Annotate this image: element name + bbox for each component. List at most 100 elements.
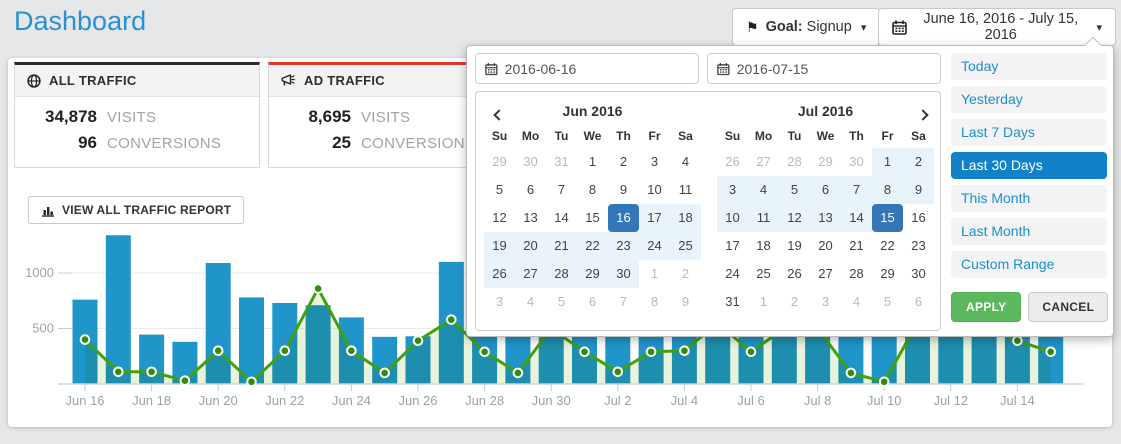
calendar-day[interactable]: 3 — [810, 288, 841, 316]
calendar-day[interactable]: 23 — [608, 232, 639, 260]
preset-custom-range[interactable]: Custom Range — [951, 251, 1107, 278]
prev-month-icon[interactable] — [486, 103, 508, 121]
calendar-day[interactable]: 6 — [577, 288, 608, 316]
calendar-day[interactable]: 26 — [779, 260, 810, 288]
calendar-day[interactable]: 14 — [841, 204, 872, 232]
calendar-day[interactable]: 30 — [903, 260, 934, 288]
calendar-day[interactable]: 3 — [639, 148, 670, 176]
calendar-day[interactable]: 21 — [841, 232, 872, 260]
end-date-field[interactable] — [707, 53, 941, 84]
calendar-day[interactable]: 22 — [577, 232, 608, 260]
calendar-day[interactable]: 28 — [546, 260, 577, 288]
calendar-day[interactable]: 27 — [748, 148, 779, 176]
calendar-day[interactable]: 10 — [639, 176, 670, 204]
calendar-day[interactable]: 29 — [810, 148, 841, 176]
calendar-day[interactable]: 30 — [515, 148, 546, 176]
calendar-day[interactable]: 24 — [639, 232, 670, 260]
calendar-day[interactable]: 5 — [779, 176, 810, 204]
next-month-icon[interactable] — [910, 103, 932, 121]
preset-last-30-days[interactable]: Last 30 Days — [951, 152, 1107, 179]
calendar-day[interactable]: 22 — [872, 232, 903, 260]
calendar-day[interactable]: 16 — [608, 204, 639, 232]
preset-last-7-days[interactable]: Last 7 Days — [951, 119, 1107, 146]
calendar-day[interactable]: 28 — [841, 260, 872, 288]
calendar-day[interactable]: 26 — [717, 148, 748, 176]
calendar-day[interactable]: 23 — [903, 232, 934, 260]
calendar-day[interactable]: 20 — [515, 232, 546, 260]
calendar-day[interactable]: 13 — [810, 204, 841, 232]
calendar-day[interactable]: 1 — [872, 148, 903, 176]
calendar-day[interactable]: 29 — [872, 260, 903, 288]
calendar-day[interactable]: 25 — [670, 232, 701, 260]
calendar-day[interactable]: 5 — [546, 288, 577, 316]
calendar-day[interactable]: 26 — [484, 260, 515, 288]
calendar-day[interactable]: 19 — [779, 232, 810, 260]
calendar-day[interactable]: 27 — [515, 260, 546, 288]
calendar-day[interactable]: 2 — [608, 148, 639, 176]
calendar-day[interactable]: 28 — [779, 148, 810, 176]
calendar-day[interactable]: 6 — [515, 176, 546, 204]
apply-button[interactable]: APPLY — [951, 292, 1021, 322]
calendar-day[interactable]: 1 — [577, 148, 608, 176]
calendar-day[interactable]: 29 — [484, 148, 515, 176]
calendar-day[interactable]: 6 — [810, 176, 841, 204]
calendar-day[interactable]: 10 — [717, 204, 748, 232]
calendar-day[interactable]: 4 — [748, 176, 779, 204]
preset-today[interactable]: Today — [951, 53, 1107, 80]
calendar-day[interactable]: 13 — [515, 204, 546, 232]
calendar-day[interactable]: 3 — [484, 288, 515, 316]
goal-selector-button[interactable]: ⚑ Goal: Signup ▾ — [732, 8, 880, 46]
calendar-day[interactable]: 9 — [903, 176, 934, 204]
calendar-day[interactable]: 31 — [546, 148, 577, 176]
calendar-day[interactable]: 8 — [639, 288, 670, 316]
calendar-day[interactable]: 18 — [748, 232, 779, 260]
calendar-day[interactable]: 12 — [779, 204, 810, 232]
calendar-day[interactable]: 2 — [670, 260, 701, 288]
date-range-button[interactable]: June 16, 2016 - July 15, 2016 ▾ — [878, 8, 1116, 46]
calendar-day[interactable]: 7 — [546, 176, 577, 204]
calendar-day[interactable]: 17 — [717, 232, 748, 260]
preset-last-month[interactable]: Last Month — [951, 218, 1107, 245]
calendar-day[interactable]: 5 — [484, 176, 515, 204]
calendar-day[interactable]: 19 — [484, 232, 515, 260]
calendar-day[interactable]: 18 — [670, 204, 701, 232]
calendar-day[interactable]: 2 — [779, 288, 810, 316]
calendar-day[interactable]: 3 — [717, 176, 748, 204]
calendar-day[interactable]: 31 — [717, 288, 748, 316]
calendar-day[interactable]: 11 — [670, 176, 701, 204]
calendar-day[interactable]: 1 — [639, 260, 670, 288]
calendar-day[interactable]: 16 — [903, 204, 934, 232]
calendar-day[interactable]: 8 — [577, 176, 608, 204]
calendar-day[interactable]: 7 — [841, 176, 872, 204]
calendar-day[interactable]: 21 — [546, 232, 577, 260]
calendar-day[interactable]: 20 — [810, 232, 841, 260]
calendar-day[interactable]: 25 — [748, 260, 779, 288]
calendar-day[interactable]: 7 — [608, 288, 639, 316]
calendar-day[interactable]: 30 — [841, 148, 872, 176]
calendar-day[interactable]: 4 — [670, 148, 701, 176]
end-date-input[interactable] — [737, 61, 931, 77]
calendar-day[interactable]: 24 — [717, 260, 748, 288]
calendar-day[interactable]: 30 — [608, 260, 639, 288]
calendar-day[interactable]: 29 — [577, 260, 608, 288]
start-date-input[interactable] — [505, 61, 689, 77]
calendar-day[interactable]: 1 — [748, 288, 779, 316]
calendar-day[interactable]: 15 — [872, 204, 903, 232]
preset-this-month[interactable]: This Month — [951, 185, 1107, 212]
calendar-day[interactable]: 15 — [577, 204, 608, 232]
calendar-day[interactable]: 4 — [515, 288, 546, 316]
calendar-day[interactable]: 12 — [484, 204, 515, 232]
preset-yesterday[interactable]: Yesterday — [951, 86, 1107, 113]
calendar-day[interactable]: 5 — [872, 288, 903, 316]
calendar-day[interactable]: 6 — [903, 288, 934, 316]
calendar-day[interactable]: 11 — [748, 204, 779, 232]
start-date-field[interactable] — [475, 53, 699, 84]
calendar-day[interactable]: 9 — [608, 176, 639, 204]
calendar-day[interactable]: 4 — [841, 288, 872, 316]
calendar-day[interactable]: 14 — [546, 204, 577, 232]
calendar-day[interactable]: 2 — [903, 148, 934, 176]
calendar-day[interactable]: 27 — [810, 260, 841, 288]
cancel-button[interactable]: CANCEL — [1028, 292, 1108, 322]
calendar-day[interactable]: 17 — [639, 204, 670, 232]
calendar-day[interactable]: 8 — [872, 176, 903, 204]
